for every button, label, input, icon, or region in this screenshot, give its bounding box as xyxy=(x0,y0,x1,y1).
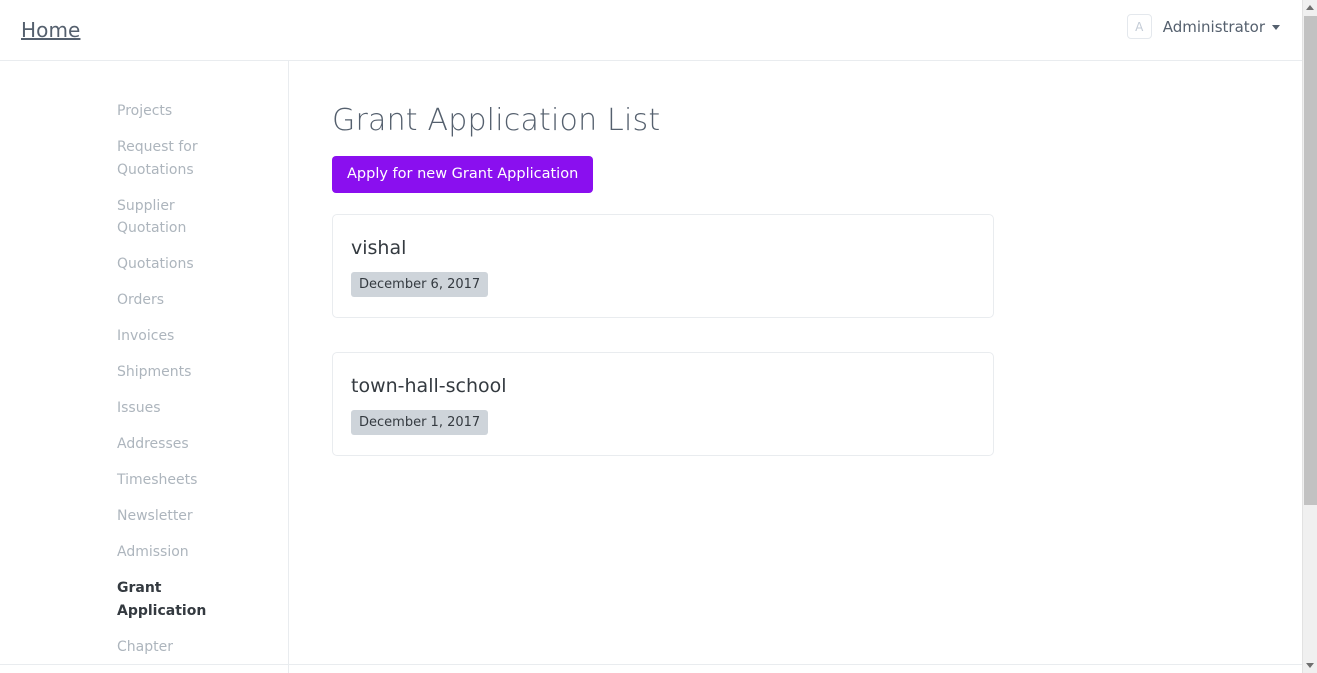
app-viewport: Home A Administrator Projects Request fo… xyxy=(0,0,1317,673)
top-navbar: Home A Administrator xyxy=(0,0,1302,61)
sidebar-link-addresses[interactable]: Addresses xyxy=(0,433,235,456)
scrollbar-up-button[interactable] xyxy=(1303,0,1317,15)
navbar-brand-home[interactable]: Home xyxy=(21,17,80,43)
sidebar-link-quotations[interactable]: Quotations xyxy=(0,253,235,276)
scrollbar-down-button[interactable] xyxy=(1303,658,1317,673)
sidebar-link-admission[interactable]: Admission xyxy=(0,541,235,564)
sidebar-link-timesheets[interactable]: Timesheets xyxy=(0,469,235,492)
sidebar-link-orders[interactable]: Orders xyxy=(0,289,235,312)
sidebar: Projects Request for Quotations Supplier… xyxy=(0,61,289,673)
sidebar-link-grant-application[interactable]: Grant Application xyxy=(0,577,235,622)
sidebar-item-issues: Issues xyxy=(0,397,288,420)
sidebar-link-supplier-quotation[interactable]: Supplier Quotation xyxy=(0,195,235,240)
sidebar-item-addresses: Addresses xyxy=(0,433,288,456)
scrollbar-thumb[interactable] xyxy=(1304,16,1317,505)
grant-application-card[interactable]: town-hall-school December 1, 2017 xyxy=(332,352,994,456)
card-title: town-hall-school xyxy=(351,375,507,397)
grant-application-list: vishal December 6, 2017 town-hall-school… xyxy=(332,214,994,456)
sidebar-link-shipments[interactable]: Shipments xyxy=(0,361,235,384)
content-column: Grant Application List Apply for new Gra… xyxy=(332,103,994,490)
sidebar-link-request-for-quotations[interactable]: Request for Quotations xyxy=(0,136,235,181)
sidebar-item-chapter: Chapter xyxy=(0,636,288,659)
sidebar-link-chapter[interactable]: Chapter xyxy=(0,636,235,659)
page-container: Home A Administrator Projects Request fo… xyxy=(0,0,1302,673)
navbar-user-menu[interactable]: A Administrator xyxy=(1126,14,1280,39)
scroll-up-arrow-icon xyxy=(1306,5,1314,10)
sidebar-item-supplier-quotation: Supplier Quotation xyxy=(0,195,288,240)
sidebar-link-newsletter[interactable]: Newsletter xyxy=(0,505,235,528)
sidebar-link-issues[interactable]: Issues xyxy=(0,397,235,420)
scroll-down-arrow-icon xyxy=(1306,663,1314,668)
sidebar-item-grant-application: Grant Application xyxy=(0,577,288,622)
sidebar-link-invoices[interactable]: Invoices xyxy=(0,325,235,348)
user-name-label: Administrator xyxy=(1162,17,1265,36)
sidebar-item-request-for-quotations: Request for Quotations xyxy=(0,136,288,181)
card-date-badge: December 6, 2017 xyxy=(351,272,489,297)
sidebar-nav-list: Projects Request for Quotations Supplier… xyxy=(0,100,288,673)
vertical-scrollbar[interactable] xyxy=(1302,0,1317,673)
avatar: A xyxy=(1126,14,1152,39)
sidebar-item-quotations: Quotations xyxy=(0,253,288,276)
chevron-down-icon xyxy=(1272,25,1280,30)
sidebar-item-orders: Orders xyxy=(0,289,288,312)
body-wrapper: Projects Request for Quotations Supplier… xyxy=(0,61,1302,673)
sidebar-link-projects[interactable]: Projects xyxy=(0,100,235,123)
sidebar-item-timesheets: Timesheets xyxy=(0,469,288,492)
sidebar-item-invoices: Invoices xyxy=(0,325,288,348)
sidebar-item-projects: Projects xyxy=(0,100,288,123)
grant-application-card[interactable]: vishal December 6, 2017 xyxy=(332,214,994,318)
apply-for-new-grant-application-button[interactable]: Apply for new Grant Application xyxy=(332,156,594,193)
main-content: Grant Application List Apply for new Gra… xyxy=(289,61,1302,673)
page-title: Grant Application List xyxy=(332,103,661,138)
card-title: vishal xyxy=(351,237,407,259)
sidebar-item-newsletter: Newsletter xyxy=(0,505,288,528)
card-date-badge: December 1, 2017 xyxy=(351,410,489,435)
sidebar-item-shipments: Shipments xyxy=(0,361,288,384)
sidebar-item-admission: Admission xyxy=(0,541,288,564)
